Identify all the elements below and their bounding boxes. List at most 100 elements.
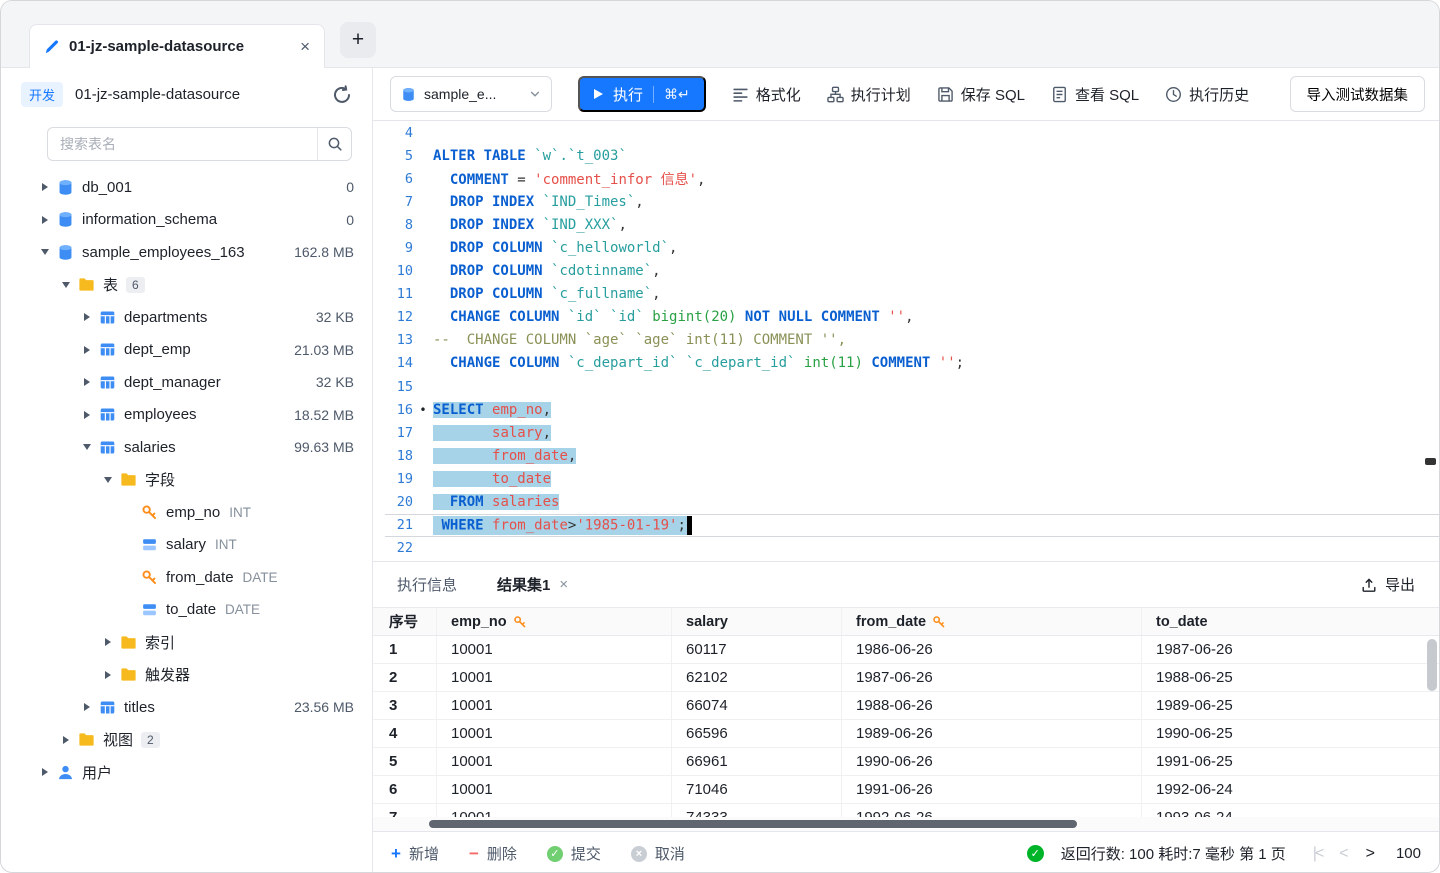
chevron-down-icon[interactable] [77, 444, 97, 450]
vertical-scrollbar-thumb[interactable] [1427, 639, 1437, 691]
tree-item-sample_employees_163[interactable]: sample_employees_163162.8 MB [1, 236, 372, 269]
code-line-5[interactable]: 5ALTER TABLE `w`.`t_003` [385, 144, 1439, 167]
table-row[interactable]: 210001621021987-06-261988-06-25 [373, 664, 1439, 692]
cell[interactable]: 1992-06-26 [842, 804, 1142, 817]
code-line-4[interactable]: 4 [385, 121, 1439, 144]
chevron-down-icon[interactable] [98, 477, 118, 483]
code-line-14[interactable]: 14 CHANGE COLUMN `c_depart_id` `c_depart… [385, 352, 1439, 375]
export-button[interactable]: 导出 [1361, 574, 1415, 595]
cell[interactable]: 10001 [437, 692, 672, 719]
cell[interactable]: 1991-06-25 [1142, 748, 1439, 775]
cell[interactable]: 10001 [437, 748, 672, 775]
cell[interactable]: 62102 [672, 664, 842, 691]
new-tab-button[interactable]: + [340, 22, 376, 58]
cell[interactable]: 74333 [672, 804, 842, 817]
table-row[interactable]: 510001669611990-06-261991-06-25 [373, 748, 1439, 776]
table-row[interactable]: 410001665961989-06-261990-06-25 [373, 720, 1439, 748]
tree-item-salary[interactable]: salaryINT [1, 529, 372, 562]
row-number[interactable]: 6 [373, 776, 437, 803]
cell[interactable]: 66074 [672, 692, 842, 719]
cell[interactable]: 1990-06-25 [1142, 720, 1439, 747]
code-line-10[interactable]: 10 DROP COLUMN `cdotinname`, [385, 260, 1439, 283]
chevron-down-icon[interactable] [56, 282, 76, 288]
cancel-button[interactable]: × 取消 [631, 843, 685, 864]
column-header-序号[interactable]: 序号 [373, 608, 437, 635]
tree-item-字段[interactable]: 字段 [1, 464, 372, 497]
code-line-19[interactable]: 19 to_date [385, 467, 1439, 490]
cell[interactable]: 1988-06-26 [842, 692, 1142, 719]
tab-close-icon[interactable]: × [300, 37, 310, 57]
code-line-21[interactable]: 21 WHERE from_date>'1985-01-19'; [385, 514, 1439, 537]
code-line-11[interactable]: 11 DROP COLUMN `c_fullname`, [385, 283, 1439, 306]
view-sql-button[interactable]: 查看 SQL [1051, 84, 1139, 105]
save-sql-button[interactable]: 保存 SQL [937, 84, 1025, 105]
chevron-right-icon[interactable] [56, 736, 76, 744]
table-row[interactable]: 310001660741988-06-261989-06-25 [373, 692, 1439, 720]
cell[interactable]: 10001 [437, 720, 672, 747]
tree-item-emp_no[interactable]: emp_noINT [1, 496, 372, 529]
cell[interactable]: 1993-06-24 [1142, 804, 1439, 817]
column-header-emp_no[interactable]: emp_no [437, 608, 672, 635]
code-line-9[interactable]: 9 DROP COLUMN `c_helloworld`, [385, 236, 1439, 259]
cell[interactable]: 1991-06-26 [842, 776, 1142, 803]
cell[interactable]: 10001 [437, 776, 672, 803]
row-number[interactable]: 2 [373, 664, 437, 691]
chevron-right-icon[interactable] [77, 313, 97, 321]
chevron-right-icon[interactable] [77, 346, 97, 354]
code-line-8[interactable]: 8 DROP INDEX `IND_XXX`, [385, 213, 1439, 236]
tree-item-视图[interactable]: 视图2 [1, 724, 372, 757]
cell[interactable]: 1988-06-25 [1142, 664, 1439, 691]
code-line-16[interactable]: 16•SELECT emp_no, [385, 398, 1439, 421]
horizontal-scrollbar-thumb[interactable] [429, 820, 1077, 828]
row-number[interactable]: 4 [373, 720, 437, 747]
code-line-17[interactable]: 17 salary, [385, 421, 1439, 444]
format-button[interactable]: 格式化 [732, 84, 801, 105]
prev-page-button[interactable]: < [1339, 845, 1348, 863]
tree-item-db_001[interactable]: db_0010 [1, 171, 372, 204]
cell[interactable]: 66961 [672, 748, 842, 775]
commit-button[interactable]: ✓ 提交 [547, 843, 601, 864]
code-line-15[interactable]: 15 [385, 375, 1439, 398]
code-line-22[interactable]: 22 [385, 537, 1439, 560]
cell[interactable]: 10001 [437, 636, 672, 663]
tree-item-dept_manager[interactable]: dept_manager32 KB [1, 366, 372, 399]
row-number[interactable]: 1 [373, 636, 437, 663]
tab-datasource[interactable]: 01-jz-sample-datasource × [29, 24, 325, 68]
editor-scrollbar-thumb[interactable] [1425, 458, 1436, 465]
tree-item-from_date[interactable]: from_dateDATE [1, 561, 372, 594]
add-row-button[interactable]: + 新增 [391, 843, 439, 864]
tree-item-to_date[interactable]: to_dateDATE [1, 594, 372, 627]
search-icon[interactable] [317, 128, 351, 160]
tab-exec-info[interactable]: 执行信息 [397, 574, 457, 595]
cell[interactable]: 10001 [437, 804, 672, 817]
chevron-right-icon[interactable] [35, 768, 55, 776]
chevron-right-icon[interactable] [98, 671, 118, 679]
cell[interactable]: 1989-06-26 [842, 720, 1142, 747]
cell[interactable]: 71046 [672, 776, 842, 803]
row-number[interactable]: 3 [373, 692, 437, 719]
delete-row-button[interactable]: − 删除 [469, 843, 517, 864]
tree-item-titles[interactable]: titles23.56 MB [1, 691, 372, 724]
column-header-salary[interactable]: salary [672, 608, 842, 635]
chevron-right-icon[interactable] [77, 378, 97, 386]
chevron-down-icon[interactable] [35, 249, 55, 255]
explain-plan-button[interactable]: 执行计划 [827, 84, 911, 105]
refresh-icon[interactable] [332, 85, 352, 105]
database-select[interactable]: sample_e... [390, 76, 552, 112]
tree-item-表[interactable]: 表6 [1, 269, 372, 302]
sql-editor[interactable]: 45ALTER TABLE `w`.`t_003`6 COMMENT = 'co… [373, 121, 1439, 561]
table-row[interactable]: 610001710461991-06-261992-06-24 [373, 776, 1439, 804]
table-row[interactable]: 110001601171986-06-261987-06-26 [373, 636, 1439, 664]
chevron-right-icon[interactable] [35, 216, 55, 224]
row-number[interactable]: 7 [373, 804, 437, 817]
tree-item-employees[interactable]: employees18.52 MB [1, 399, 372, 432]
history-button[interactable]: 执行历史 [1165, 84, 1249, 105]
table-row[interactable]: 710001743331992-06-261993-06-24 [373, 804, 1439, 817]
tree-item-用户[interactable]: 用户 [1, 756, 372, 789]
cell[interactable]: 1992-06-24 [1142, 776, 1439, 803]
cell[interactable]: 1989-06-25 [1142, 692, 1439, 719]
tree-item-salaries[interactable]: salaries99.63 MB [1, 431, 372, 464]
import-dataset-button[interactable]: 导入测试数据集 [1290, 76, 1426, 112]
cell[interactable]: 66596 [672, 720, 842, 747]
code-line-13[interactable]: 13-- CHANGE COLUMN `age` `age` int(11) C… [385, 329, 1439, 352]
